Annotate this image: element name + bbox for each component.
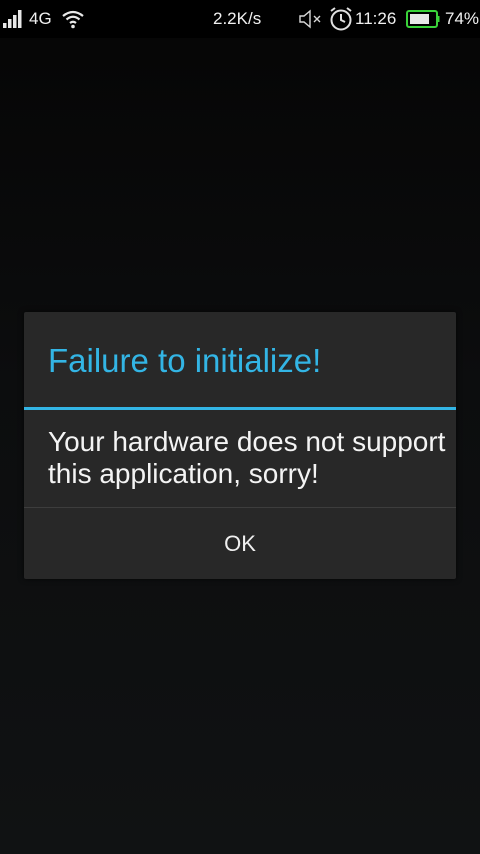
alarm-icon	[328, 0, 354, 38]
ok-button[interactable]: OK	[24, 508, 456, 579]
network-type: 4G	[29, 9, 52, 28]
title-divider	[24, 407, 456, 410]
error-dialog: Failure to initialize! Your hardware doe…	[24, 312, 456, 579]
battery-icon	[406, 0, 440, 38]
mute-icon	[298, 0, 324, 38]
dialog-message: Your hardware does not support this appl…	[48, 426, 446, 489]
clock-time: 11:26	[355, 9, 397, 28]
network-speed: 2.2K/s	[213, 9, 262, 28]
dialog-title: Failure to initialize!	[48, 342, 322, 379]
signal-icon	[3, 0, 25, 38]
status-bar: 4G 2.2K/s 11:26 74%	[0, 0, 480, 38]
battery-percent: 74%	[445, 9, 480, 28]
wifi-icon	[61, 0, 85, 38]
app-screen: 4G 2.2K/s 11:26 74% Failure to initializ…	[0, 0, 480, 854]
